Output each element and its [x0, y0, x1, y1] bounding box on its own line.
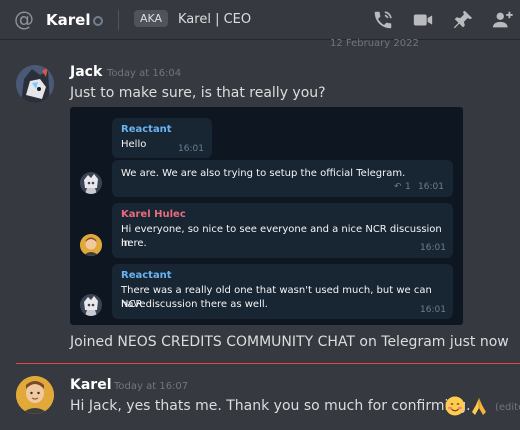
message-text: Just to make sure, is that really you?	[70, 85, 326, 101]
bubble-text: Hello	[121, 139, 147, 150]
nickname-text: Karel | CEO	[178, 12, 252, 27]
bubble-time: 16:01	[418, 182, 444, 192]
bubble-time: 16:01	[178, 144, 204, 154]
avatar	[80, 294, 102, 316]
attached-image[interactable]: Reactant Hello 16:01 We are. We are also…	[70, 107, 463, 325]
bubble-text: here.	[121, 238, 147, 249]
add-member-icon[interactable]	[492, 9, 514, 31]
bubble-text: NCR discussion there as well.	[121, 299, 268, 310]
bubble-text: We are. We are also trying to setup the …	[121, 168, 406, 179]
at-icon: @	[14, 7, 34, 31]
call-icon[interactable]	[372, 9, 394, 31]
aka-badge: AKA	[134, 10, 169, 27]
message-author[interactable]: Karel	[70, 377, 112, 393]
video-icon[interactable]	[412, 9, 434, 31]
channel-header: @ Karel AKA Karel | CEO	[0, 0, 520, 40]
pin-icon[interactable]	[452, 9, 474, 31]
status-offline-icon	[93, 16, 103, 26]
blush-emoji-icon[interactable]	[445, 396, 465, 416]
message-text: Hi Jack, yes thats me. Thank you so much…	[70, 398, 471, 414]
date-divider: 12 February 2022	[330, 38, 419, 49]
chat-bubble: Karel Hulec Hi everyone, so nice to see …	[112, 203, 453, 258]
avatar	[80, 234, 102, 256]
avatar[interactable]	[16, 65, 54, 103]
bubble-author: Karel Hulec	[121, 209, 186, 220]
chat-bubble: Reactant There was a really old one that…	[112, 264, 453, 319]
message-timestamp: Today at 16:04	[107, 68, 182, 79]
chat-bubble: We are. We are also trying to setup the …	[112, 160, 453, 197]
message-text: Joined NEOS CREDITS COMMUNITY CHAT on Te…	[70, 334, 509, 350]
bubble-author: Reactant	[121, 124, 172, 135]
new-messages-divider	[16, 363, 520, 364]
reply-icon: ↶	[394, 182, 402, 192]
avatar	[80, 172, 102, 194]
message-timestamp: Today at 16:07	[114, 381, 189, 392]
bubble-text: Hi everyone, so nice to see everyone and…	[121, 224, 442, 249]
channel-name[interactable]: Karel	[46, 11, 90, 29]
bubble-author: Reactant	[121, 270, 172, 281]
chat-bubble: Reactant Hello 16:01	[112, 118, 212, 158]
message-author[interactable]: Jack	[70, 64, 102, 80]
reply-count: 1	[405, 182, 411, 192]
bubble-time: 16:01	[420, 243, 446, 253]
avatar[interactable]	[16, 376, 54, 414]
pray-emoji-icon[interactable]	[469, 396, 489, 416]
header-divider	[118, 10, 119, 30]
bubble-time: 16:01	[420, 305, 446, 315]
edited-label: (edite	[495, 402, 520, 413]
